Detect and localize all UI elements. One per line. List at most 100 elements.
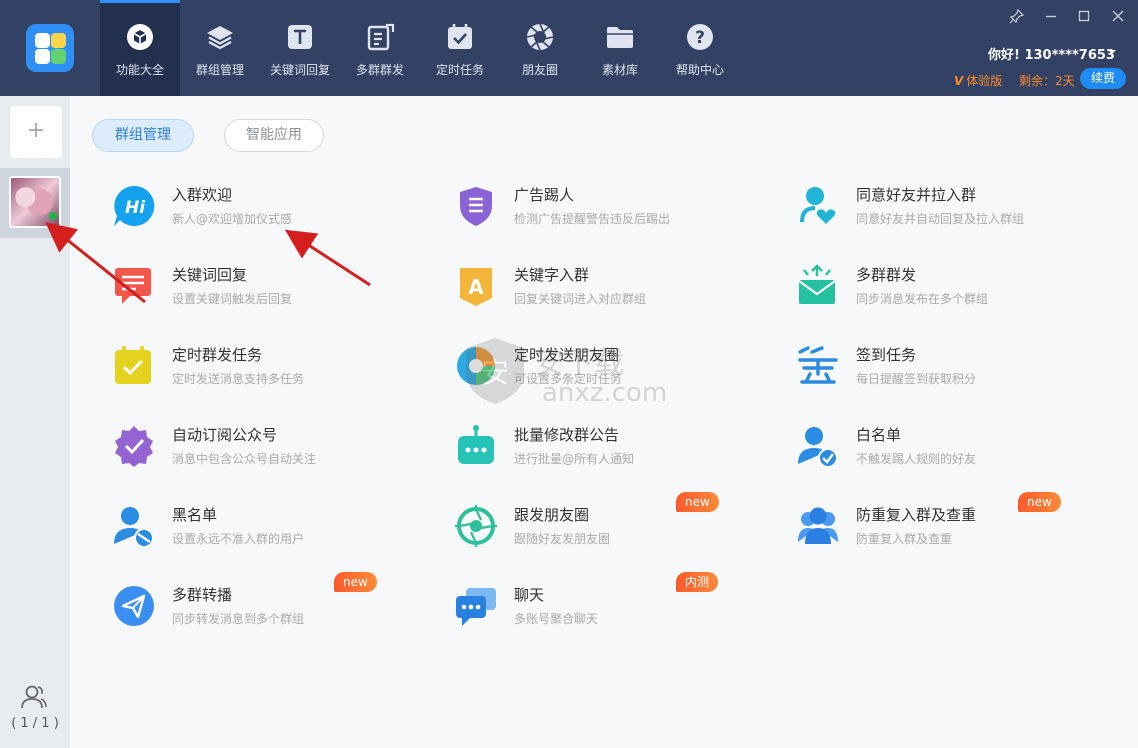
beta-badge: 内测 — [676, 572, 719, 592]
add-account-button[interactable]: + — [10, 106, 62, 158]
feature-batch-notice[interactable]: 批量修改群公告 进行批量@所有人通知 — [454, 424, 784, 484]
user-check-icon — [798, 427, 838, 468]
maximize-icon[interactable] — [1076, 8, 1092, 24]
mail-up-icon — [798, 264, 836, 304]
nav-functions[interactable]: 功能大全 — [100, 0, 180, 96]
nav-materials[interactable]: 素材库 — [580, 0, 660, 96]
feature-desc: 回复关键词进入对应群组 — [514, 292, 647, 306]
account-sidebar: + ( 1 / 1 ) — [0, 96, 70, 748]
feature-auto-subscribe[interactable]: 自动订阅公众号 消息中包含公众号自动关注 — [112, 424, 442, 484]
feature-desc: 消息中包含公众号自动关注 — [172, 452, 317, 466]
feature-desc: 同步转发消息到多个群组 — [172, 612, 305, 626]
feature-desc: 每日提醒签到获取积分 — [856, 372, 977, 386]
layers-icon — [207, 26, 233, 50]
watermark-title: 安下载 — [534, 346, 624, 381]
feature-multi-send[interactable]: 多群群发 同步消息发布在多个群组 — [796, 264, 1126, 324]
calendar-icon — [115, 346, 151, 384]
contacts-icon[interactable] — [20, 684, 48, 710]
nav-moments[interactable]: 朋友圈 — [500, 0, 580, 96]
feature-follow-moments[interactable]: 跟发朋友圈 跟随好友发朋友圈 — [454, 504, 784, 564]
feature-desc: 进行批量@所有人通知 — [514, 452, 635, 466]
tab-group-manage[interactable]: 群组管理 — [92, 119, 194, 152]
feature-dedupe[interactable]: 防重复入群及查重 防重复入群及查重 — [796, 504, 1126, 564]
top-bar: 功能大全 群组管理 关键词回复 多群群发 定时任务 朋友圈 素材库 ? 帮助中心… — [0, 0, 1138, 96]
chevron-down-icon[interactable] — [1108, 50, 1116, 54]
feature-desc: 定时发送消息支持多任务 — [172, 372, 305, 386]
nav-group-manage[interactable]: 群组管理 — [180, 0, 260, 96]
remaining-days: 剩余：2天 — [1019, 74, 1075, 88]
feature-desc: 检测广告提醒警告违反后踢出 — [514, 212, 671, 226]
avatar[interactable] — [9, 176, 61, 228]
minimize-icon[interactable] — [1043, 8, 1059, 24]
feature-desc: 防重复入群及查重 — [856, 532, 953, 546]
tab-smart-apps[interactable]: 智能应用 — [224, 119, 324, 152]
message-icon — [115, 268, 151, 304]
nav-label: 功能大全 — [115, 63, 164, 77]
app-logo-icon — [26, 24, 74, 72]
users-icon — [798, 507, 838, 544]
online-dot — [49, 212, 57, 220]
cube-icon — [127, 24, 153, 50]
feature-whitelist[interactable]: 白名单 不触发踢人规则的好友 — [796, 424, 1126, 484]
pin-icon[interactable] — [1009, 8, 1025, 24]
feature-welcome[interactable]: Hi 入群欢迎 新人@欢迎增加仪式感 — [112, 184, 442, 244]
nav-multi-send[interactable]: 多群群发 — [340, 0, 420, 96]
feature-desc: 多账号聚合聊天 — [514, 612, 599, 626]
nav-label: 定时任务 — [435, 63, 484, 77]
feature-desc: 新人@欢迎增加仪式感 — [172, 212, 293, 226]
nav-label: 多群群发 — [355, 63, 404, 77]
account-count: ( 1 / 1 ) — [11, 716, 59, 731]
nav-label: 朋友圈 — [521, 63, 558, 77]
robot-icon — [458, 425, 494, 464]
shield-icon — [460, 187, 492, 226]
feature-title: 聊天 — [514, 586, 545, 604]
feature-title: 多群群发 — [856, 266, 917, 284]
nav-label: 素材库 — [601, 63, 638, 77]
feature-desc: 跟随好友发朋友圈 — [514, 532, 611, 546]
feature-title: 入群欢迎 — [172, 186, 233, 204]
feature-desc: 设置关键词触发后回复 — [172, 292, 293, 306]
new-badge: new — [676, 492, 719, 512]
feature-chat[interactable]: 聊天 多账号聚合聊天 — [454, 584, 784, 644]
nav-keyword-reply[interactable]: 关键词回复 — [260, 0, 340, 96]
feature-blacklist[interactable]: 黑名单 设置永远不准入群的用户 — [112, 504, 442, 564]
feature-keyword-reply[interactable]: 关键词回复 设置关键词触发后回复 — [112, 264, 442, 324]
svg-text:A: A — [468, 275, 484, 299]
feature-accept-friend[interactable]: 同意好友并拉入群 同意好友并自动回复及拉入群组 — [796, 184, 1126, 244]
renew-button[interactable]: 续费 — [1080, 68, 1126, 89]
nav-label: 群组管理 — [195, 63, 244, 77]
feature-title: 白名单 — [856, 426, 902, 444]
new-badge: new — [1018, 492, 1061, 512]
feature-title: 黑名单 — [172, 506, 218, 524]
feature-desc: 同步消息发布在多个群组 — [856, 292, 989, 306]
vip-icon: V — [954, 74, 964, 88]
text-t-icon — [288, 25, 312, 49]
feature-ad-kick[interactable]: 广告踢人 检测广告提醒警告违反后踢出 — [454, 184, 784, 244]
new-badge: new — [334, 572, 377, 592]
user-greeting[interactable]: 你好! 130****7653 — [988, 44, 1115, 63]
nav-help[interactable]: ? 帮助中心 — [660, 0, 740, 96]
feature-desc: 同意好友并自动回复及拉入群组 — [856, 212, 1025, 226]
feature-title: 定时群发任务 — [172, 346, 263, 364]
watermark-url: anxz.com — [542, 378, 668, 408]
account-item[interactable] — [0, 168, 70, 238]
feature-scheduled-send[interactable]: 定时群发任务 定时发送消息支持多任务 — [112, 344, 442, 404]
close-icon[interactable] — [1110, 8, 1126, 24]
send-icon — [114, 586, 154, 626]
feature-sign-in[interactable]: 签到任务 每日提醒签到获取积分 — [796, 344, 1126, 404]
folder-icon — [607, 27, 633, 48]
trial-label: 体验版 — [966, 74, 1003, 88]
feature-title: 跟发朋友圈 — [514, 506, 590, 524]
main-content: 群组管理 智能应用 Hi 入群欢迎 新人@欢迎增加仪式感 广告踢人 检测广告提醒… — [70, 96, 1138, 748]
nav-scheduled[interactable]: 定时任务 — [420, 0, 500, 96]
feature-keyword-join[interactable]: A 关键字入群 回复关键词进入对应群组 — [454, 264, 784, 324]
chat-icon — [456, 588, 496, 626]
feature-desc: 不触发踢人规则的好友 — [856, 452, 977, 466]
svg-text:Hi: Hi — [125, 198, 146, 218]
feature-multi-relay[interactable]: 多群转播 同步转发消息到多个群组 — [112, 584, 442, 644]
hi-bubble-icon: Hi — [114, 185, 155, 226]
feature-title: 关键字入群 — [514, 266, 590, 284]
svg-text:?: ? — [695, 28, 705, 48]
feature-title: 关键词回复 — [172, 266, 248, 284]
badge-check-icon — [115, 426, 153, 467]
